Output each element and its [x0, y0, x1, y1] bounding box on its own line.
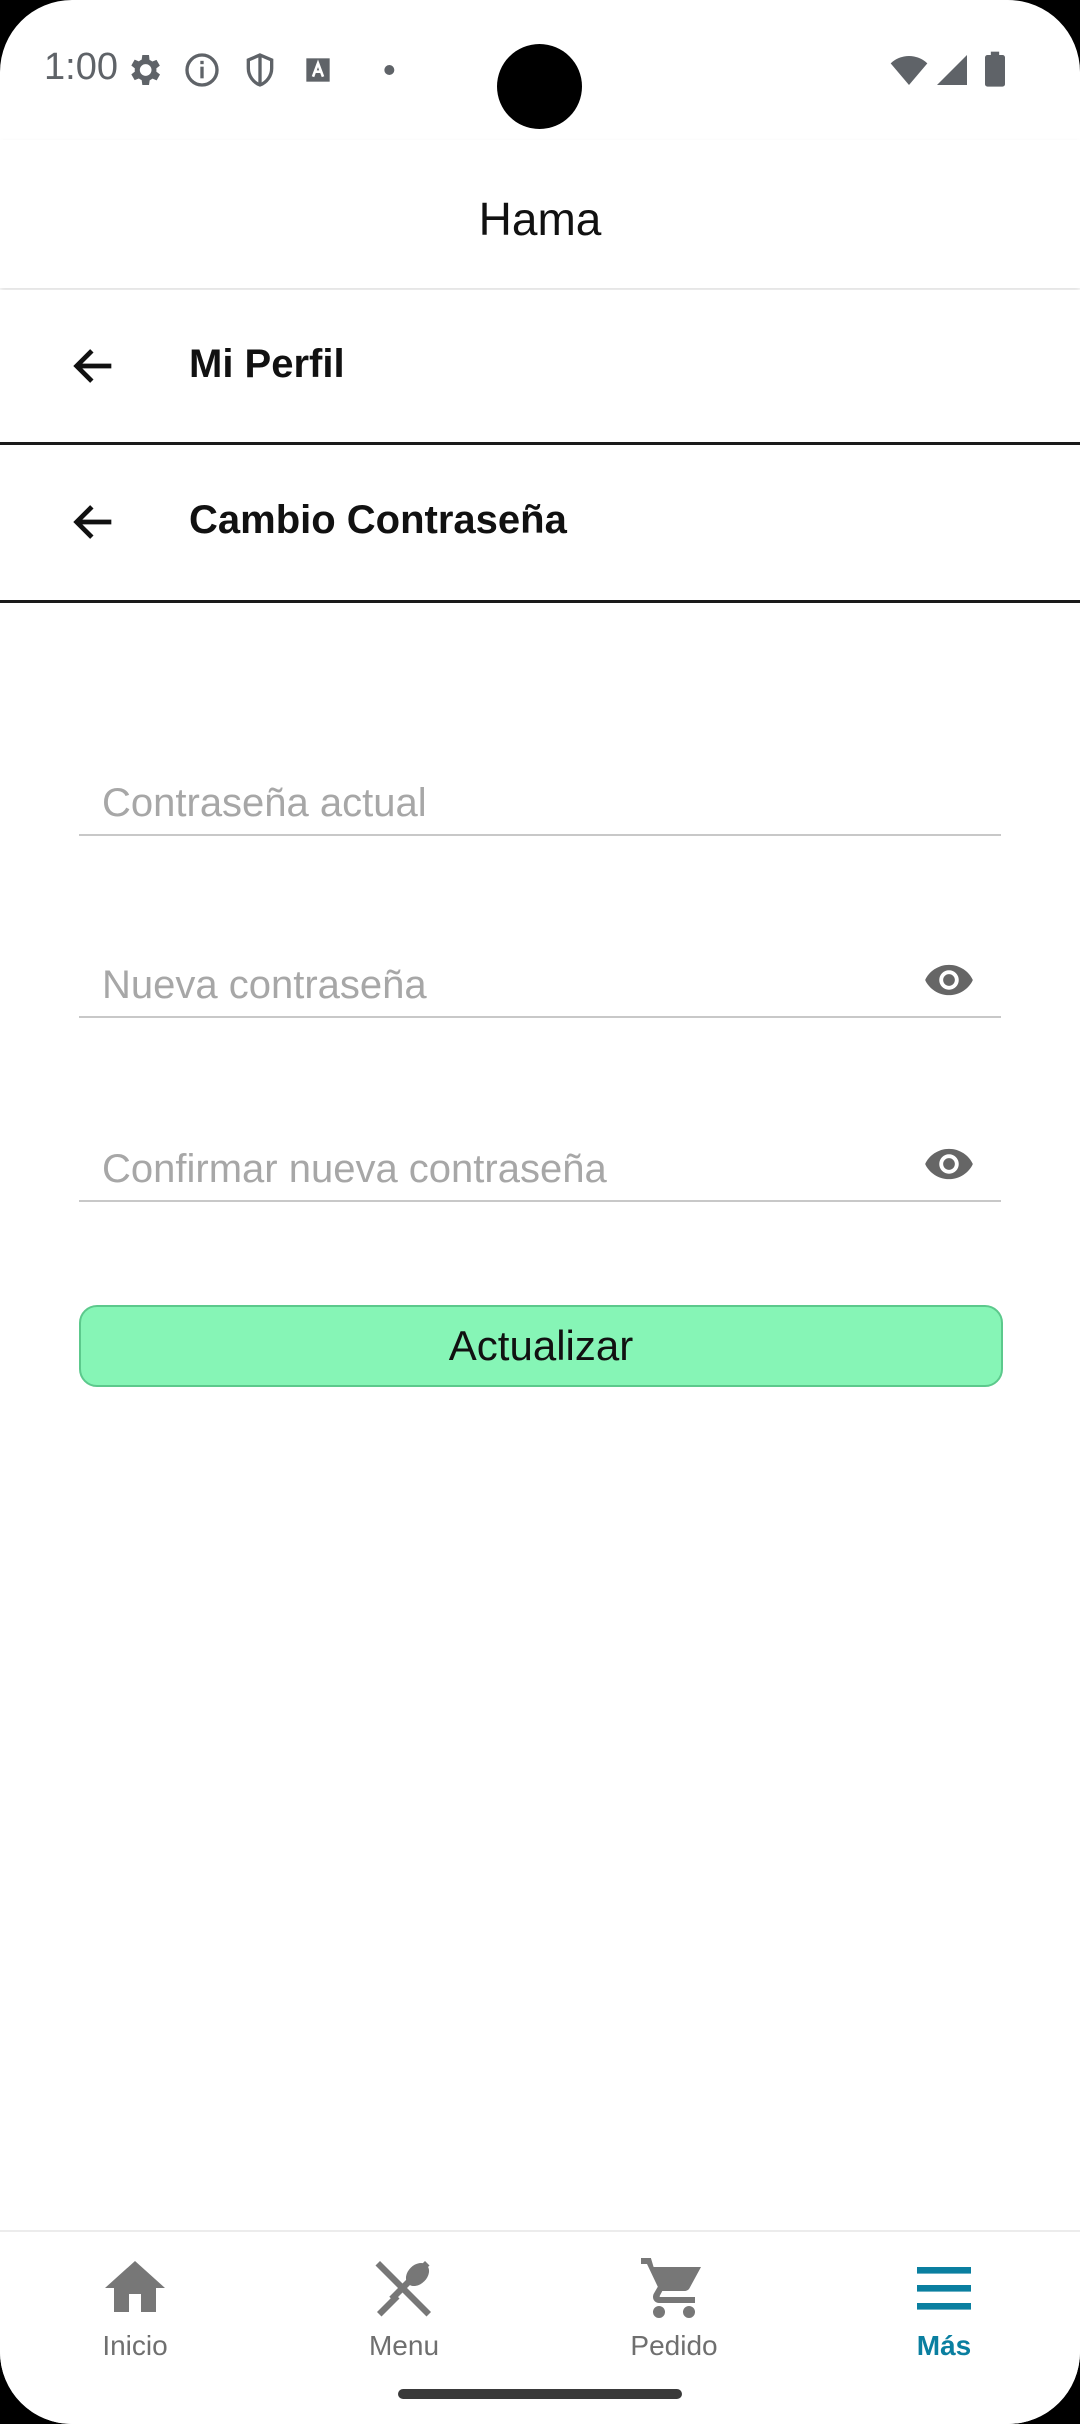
back-arrow-icon[interactable] — [68, 340, 120, 392]
font-icon — [306, 58, 330, 82]
signal-icon — [937, 55, 967, 85]
profile-title: Mi Perfil — [189, 342, 345, 386]
nav-item-pedido[interactable]: Pedido — [564, 2252, 784, 2392]
menu-icon — [917, 2267, 971, 2310]
dot-icon — [384, 65, 395, 75]
status-bar: 1:00 — [0, 0, 1080, 140]
utensils-icon — [375, 2261, 431, 2317]
app-bar: Hama — [0, 140, 1080, 288]
home-icon — [105, 2261, 165, 2312]
status-time: 1:00 — [44, 46, 118, 88]
nav-item-inicio[interactable]: Inicio — [25, 2252, 245, 2392]
change-password-title: Cambio Contraseña — [189, 498, 567, 542]
camera-cutout — [497, 44, 582, 129]
nav-label-menu: Menu — [368, 2330, 440, 2361]
app-title: Hama — [478, 193, 602, 245]
new-password-input[interactable] — [102, 963, 902, 1008]
app-screen: 1:00 Hama Mi Perfil Cambio Contraseña Ac… — [0, 0, 1080, 2424]
settings-icon — [131, 55, 160, 85]
back-arrow-icon[interactable] — [68, 496, 120, 548]
nav-label-mas: Más — [916, 2330, 972, 2361]
nav-item-mas[interactable]: Más — [834, 2252, 1054, 2392]
wifi-icon — [890, 56, 928, 85]
confirm-password-field — [79, 1100, 1001, 1202]
home-indicator[interactable] — [398, 2389, 682, 2399]
shield-icon — [246, 53, 274, 87]
battery-icon — [985, 51, 1005, 87]
new-password-field — [79, 916, 1001, 1018]
change-password-header-row: Cambio Contraseña — [0, 446, 1080, 603]
confirm-password-input[interactable] — [102, 1147, 902, 1192]
nav-label-inicio: Inicio — [102, 2330, 168, 2361]
nav-item-menu[interactable]: Menu — [294, 2252, 514, 2392]
eye-icon[interactable] — [923, 1138, 975, 1190]
current-password-field — [79, 734, 1001, 836]
cart-icon — [641, 2258, 701, 2318]
current-password-input[interactable] — [102, 781, 902, 826]
nav-label-pedido: Pedido — [630, 2330, 718, 2361]
update-button[interactable]: Actualizar — [79, 1305, 1003, 1387]
eye-icon[interactable] — [923, 954, 975, 1006]
profile-header-row: Mi Perfil — [0, 290, 1080, 445]
info-icon — [185, 53, 219, 87]
